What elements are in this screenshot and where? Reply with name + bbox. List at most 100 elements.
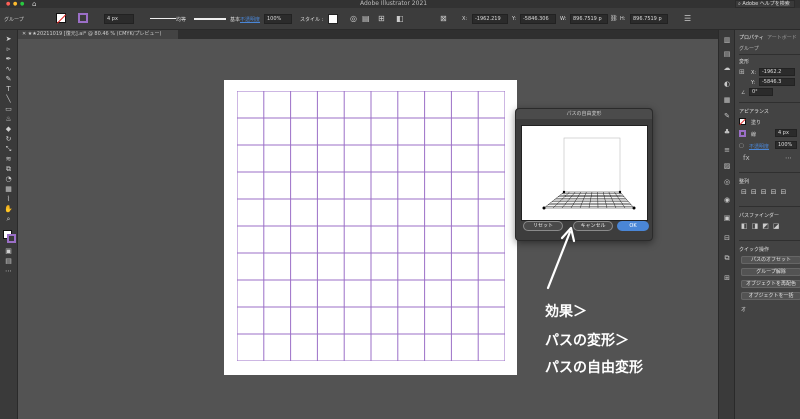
brush-icon[interactable]: ♨ bbox=[4, 116, 13, 123]
type-icon[interactable]: T bbox=[4, 86, 13, 93]
height-field[interactable]: 896.7519 p bbox=[630, 14, 668, 24]
panel-opacity-field[interactable]: 100% bbox=[775, 141, 797, 149]
tab-properties[interactable]: プロパティ bbox=[739, 34, 764, 41]
grid-graphic[interactable] bbox=[237, 91, 505, 361]
shape-builder-icon[interactable]: ◔ bbox=[4, 176, 13, 183]
corner-handle-bl[interactable] bbox=[542, 206, 546, 210]
panel-stroke-swatch[interactable] bbox=[739, 130, 746, 137]
corner-handle-br[interactable] bbox=[632, 206, 636, 210]
transform-heading: 変形 bbox=[739, 59, 750, 65]
selection-tool-icon[interactable]: ➤ bbox=[4, 36, 13, 43]
properties-icon[interactable]: ▥ bbox=[723, 36, 731, 44]
graphic-style-swatch[interactable] bbox=[328, 14, 338, 24]
recolor-icon[interactable]: ◎ bbox=[350, 14, 357, 23]
layers-panel-icon[interactable]: ▤ bbox=[723, 50, 731, 58]
stroke-color-icon[interactable] bbox=[7, 234, 16, 243]
close-tab-icon[interactable]: ✕ bbox=[22, 31, 26, 37]
appearance-icon[interactable]: ◉ bbox=[723, 196, 731, 204]
align-icon[interactable]: ▤ bbox=[362, 14, 370, 23]
stroke-swatch[interactable] bbox=[78, 13, 88, 23]
home-icon[interactable]: ⌂ bbox=[32, 0, 36, 8]
brush-label[interactable]: 基本 bbox=[230, 16, 240, 23]
offset-path-button[interactable]: パスのオフセット bbox=[741, 256, 800, 264]
panel-y-field[interactable]: -5846.3 bbox=[759, 78, 795, 86]
control-bar: グループ 4 px 均等 基本 不透明度 100% スタイル : ◎ ▤ ⊞ ◧… bbox=[0, 8, 800, 30]
libraries-icon[interactable]: ☁ bbox=[723, 64, 731, 72]
fx-icon[interactable]: fx bbox=[743, 154, 750, 162]
eraser-icon[interactable]: ◆ bbox=[4, 126, 13, 133]
y-position-field[interactable]: -5846.306 bbox=[520, 14, 556, 24]
align-buttons-icon[interactable]: ⊟⊟⊟⊟⊟ bbox=[741, 188, 790, 196]
tab-artboard[interactable]: アートボード bbox=[767, 34, 797, 41]
distort-preview[interactable] bbox=[521, 125, 648, 221]
pathfinder-icon[interactable]: ⧉ bbox=[723, 254, 731, 262]
symbols-icon[interactable]: ♣ bbox=[723, 128, 731, 136]
minimize-window-icon[interactable]: ● bbox=[13, 1, 17, 7]
align-panel-icon[interactable]: ⊟ bbox=[723, 234, 731, 242]
hand-icon[interactable]: ✋ bbox=[4, 206, 13, 213]
panel-stroke-width-field[interactable]: 4 px bbox=[775, 129, 797, 137]
ok-button[interactable]: OK bbox=[617, 221, 649, 231]
opacity-link[interactable]: 不透明度 bbox=[240, 16, 260, 23]
gradient-panel-icon[interactable]: ▨ bbox=[723, 162, 731, 170]
panel-fill-swatch[interactable] bbox=[739, 118, 746, 126]
gradient-icon[interactable]: ▦ bbox=[4, 186, 13, 193]
corner-handle-tl[interactable] bbox=[562, 190, 566, 194]
stroke-panel-icon[interactable]: ≡ bbox=[723, 146, 731, 154]
transform-panel-icon[interactable]: ⊞ bbox=[723, 274, 731, 282]
panel-x-field[interactable]: -1962.2 bbox=[759, 68, 795, 76]
graphic-styles-icon[interactable]: ▣ bbox=[723, 214, 731, 222]
recolor-batch-button[interactable]: オブジェクトを一括 bbox=[741, 292, 800, 300]
zoom-window-icon[interactable]: ● bbox=[20, 1, 24, 7]
brushes-icon[interactable]: ✎ bbox=[723, 112, 731, 120]
scale-icon[interactable]: ⤡ bbox=[4, 146, 13, 153]
x-position-field[interactable]: -1962.219 bbox=[472, 14, 508, 24]
eyedropper-icon[interactable]: ⌇ bbox=[4, 196, 13, 203]
align-heading: 整列 bbox=[739, 179, 750, 185]
pen-icon[interactable]: ✒ bbox=[4, 56, 13, 63]
zoom-icon[interactable]: ⌕ bbox=[4, 216, 13, 223]
swatches-panel-icon[interactable]: ▦ bbox=[723, 96, 731, 104]
rotate-icon[interactable]: ↻ bbox=[4, 136, 13, 143]
close-window-icon[interactable]: ● bbox=[6, 1, 10, 7]
transform-icon[interactable]: ⊞ bbox=[378, 14, 385, 23]
rectangle-icon[interactable]: ▭ bbox=[4, 106, 13, 113]
fill-swatch[interactable] bbox=[56, 13, 67, 24]
angle-field[interactable]: 0° bbox=[749, 88, 773, 96]
panel-opacity-link[interactable]: 不透明度 bbox=[749, 143, 769, 150]
help-search-input[interactable]: ⌕ Adobe ヘルプを検索 bbox=[735, 0, 795, 8]
opacity-field[interactable]: 100% bbox=[264, 14, 292, 24]
direct-selection-icon[interactable]: ▹ bbox=[4, 46, 13, 53]
document-tab[interactable]: ✕ ★★20211019 [復元].ai* @ 80.46 % (CMYK/プレ… bbox=[18, 30, 178, 39]
isolate-icon[interactable]: ◧ bbox=[396, 14, 404, 23]
ungroup-button[interactable]: グループ解除 bbox=[741, 268, 800, 276]
color-icon[interactable]: ◐ bbox=[723, 80, 731, 88]
stroke-label: 線 bbox=[751, 132, 757, 138]
width-tool-icon[interactable]: ≋ bbox=[4, 156, 13, 163]
y-label: Y: bbox=[512, 16, 517, 22]
pathfinder-buttons-icon[interactable]: ◧◨◩◪ bbox=[741, 222, 783, 230]
transparency-icon[interactable]: ◎ bbox=[723, 178, 731, 186]
more-tools-icon[interactable]: ⋯ bbox=[4, 268, 13, 275]
swatches-icon[interactable]: ▣ bbox=[4, 248, 13, 255]
free-transform-icon[interactable]: ⧉ bbox=[4, 166, 13, 173]
free-distort-dialog: パスの自由変形 リセット キャンセル OK bbox=[515, 108, 653, 241]
constrain-proportions-icon[interactable]: ⛓ bbox=[610, 15, 618, 22]
more-icon[interactable]: ⋯ bbox=[785, 154, 792, 162]
curvature-icon[interactable]: ∿ bbox=[4, 66, 13, 73]
layers-icon[interactable]: ▤ bbox=[4, 258, 13, 265]
appearance-heading: アピアランス bbox=[739, 109, 769, 115]
x-label: X: bbox=[462, 16, 468, 22]
preview-graphic[interactable] bbox=[522, 126, 647, 220]
corner-handle-tr[interactable] bbox=[618, 190, 622, 194]
stroke-profile-label[interactable]: 均等 bbox=[176, 16, 186, 23]
width-field[interactable]: 896.7519 p bbox=[570, 14, 608, 24]
stroke-width-field[interactable]: 4 px bbox=[104, 14, 134, 24]
reference-point-icon[interactable]: ⊠ bbox=[440, 14, 447, 23]
recolor-button[interactable]: オブジェクトを再配色 bbox=[741, 280, 800, 288]
reference-point-grid-icon[interactable]: ⊞ bbox=[739, 68, 745, 76]
more-options-icon[interactable]: ☰ bbox=[684, 14, 691, 23]
h-label: H: bbox=[620, 16, 626, 22]
pencil-icon[interactable]: ✎ bbox=[4, 76, 13, 83]
line-icon[interactable]: ╲ bbox=[4, 96, 13, 103]
